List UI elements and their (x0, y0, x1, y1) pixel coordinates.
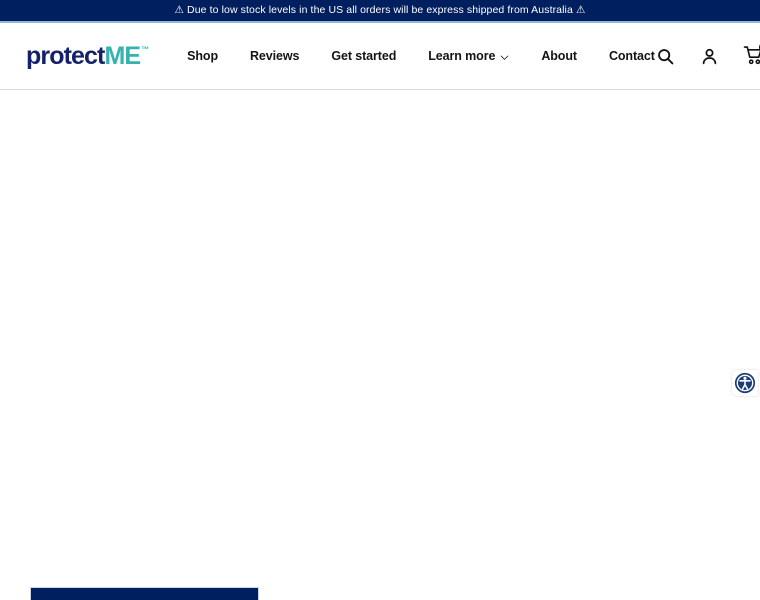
primary-nav: Shop Reviews Get started Learn more Abou… (175, 23, 655, 89)
nav-item-label: About (541, 49, 577, 63)
cta-button[interactable] (30, 587, 259, 600)
main-content (0, 90, 760, 600)
nav-item-label: Get started (331, 49, 397, 63)
accessibility-icon (734, 372, 756, 394)
brand-logo[interactable]: protect ME ™ (26, 41, 150, 70)
nav-item-contact[interactable]: Contact (609, 49, 655, 63)
search-icon[interactable] (655, 45, 677, 67)
nav-item-label: Shop (187, 49, 218, 63)
cart-icon[interactable]: 0 (743, 42, 760, 67)
accessibility-widget-button[interactable] (732, 370, 758, 396)
logo-trademark: ™ (141, 44, 150, 54)
announcement-bar: ⚠ Due to low stock levels in the US all … (0, 0, 760, 23)
account-icon[interactable] (699, 45, 721, 67)
nav-item-label: Reviews (250, 49, 300, 63)
chevron-down-icon (500, 53, 509, 62)
site-header: protect ME ™ Shop Reviews Get started Le… (0, 23, 760, 90)
page-root: ⚠ Due to low stock levels in the US all … (0, 0, 760, 600)
nav-item-shop[interactable]: Shop (187, 49, 218, 63)
logo-primary-text: protect (26, 41, 105, 70)
nav-item-about[interactable]: About (541, 49, 577, 63)
logo-accent-text: ME (104, 41, 141, 70)
nav-item-reviews[interactable]: Reviews (250, 49, 299, 63)
nav-item-get-started[interactable]: Get started (331, 49, 396, 63)
nav-item-label: Learn more (428, 49, 496, 63)
header-actions: 0 (655, 42, 760, 67)
nav-item-learn-more[interactable]: Learn more (428, 49, 509, 63)
nav-item-label: Contact (608, 49, 655, 63)
announcement-text: ⚠ Due to low stock levels in the US all … (174, 4, 586, 17)
